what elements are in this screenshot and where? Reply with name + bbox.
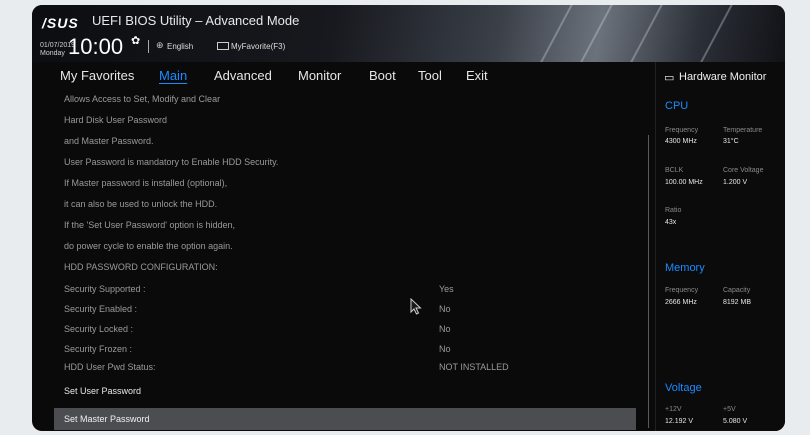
menu-tabs: My Favorites Main Advanced Monitor Boot …: [32, 65, 640, 87]
cpu-temperature-value: 31°C: [723, 138, 739, 145]
ratio-label: Ratio: [665, 207, 682, 214]
tab-monitor[interactable]: Monitor: [298, 68, 341, 83]
set-user-password-label: Set User Password: [64, 386, 142, 396]
cpu-temperature-label: Temperature: [723, 127, 763, 134]
help-text-line: and Master Password.: [64, 136, 154, 146]
tab-boot[interactable]: Boot: [369, 68, 396, 83]
help-text-line: If the 'Set User Password' option is hid…: [64, 220, 236, 230]
language-button[interactable]: English: [167, 42, 193, 51]
status-value: No: [439, 344, 451, 354]
v5-label: +5V: [723, 406, 736, 413]
monitor-icon: ▭: [664, 72, 675, 84]
decorative-streak: [526, 5, 580, 62]
cpu-frequency-label: Frequency: [665, 127, 699, 134]
tab-my-favorites[interactable]: My Favorites: [60, 68, 134, 83]
tab-main[interactable]: Main: [159, 68, 187, 83]
hardware-monitor-title: ▭ Hardware Monitor: [664, 71, 767, 84]
v12-label: +12V: [665, 406, 682, 413]
asus-logo: /SUS: [42, 15, 79, 31]
myfavorite-button[interactable]: MyFavorite(F3): [231, 42, 285, 51]
clock: 10:00: [68, 34, 124, 59]
help-text-line: Allows Access to Set, Modify and Clear: [64, 94, 221, 104]
v5-value: 5.080 V: [723, 418, 748, 425]
help-text-line: Hard Disk User Password: [64, 115, 168, 125]
gear-icon[interactable]: ✿: [131, 34, 140, 47]
tab-exit[interactable]: Exit: [466, 68, 488, 83]
hardware-monitor-label: Hardware Monitor: [679, 71, 767, 83]
v12-value: 12.192 V: [665, 418, 694, 425]
set-master-password-label: Set Master Password: [64, 414, 150, 424]
main-content: Allows Access to Set, Modify and Clear H…: [54, 88, 644, 430]
decorative-streak: [566, 5, 620, 62]
panel-divider: [655, 62, 656, 431]
status-label: Security Supported :: [64, 284, 146, 294]
section-heading: HDD PASSWORD CONFIGURATION:: [64, 262, 218, 272]
core-voltage-label: Core Voltage: [723, 167, 764, 174]
status-label: HDD User Pwd Status:: [64, 362, 156, 372]
ratio-value: 43x: [665, 219, 677, 226]
status-value: NOT INSTALLED: [439, 362, 509, 372]
memory-frequency-value: 2666 MHz: [665, 299, 697, 306]
title-bar: /SUS UEFI BIOS Utility – Advanced Mode 0…: [32, 5, 785, 62]
decorative-streak: [686, 5, 740, 62]
status-label: Security Locked :: [64, 324, 134, 334]
hardware-monitor-panel: ▭ Hardware Monitor CPU Frequency 4300 MH…: [657, 62, 785, 431]
status-value: No: [439, 304, 451, 314]
help-text-line: User Password is mandatory to Enable HDD…: [64, 157, 279, 167]
bclk-label: BCLK: [665, 167, 684, 174]
app-title: UEFI BIOS Utility – Advanced Mode: [92, 13, 300, 28]
scrollbar[interactable]: [648, 135, 649, 428]
cpu-section-title: CPU: [665, 100, 689, 112]
status-label: Security Enabled :: [64, 304, 138, 314]
globe-icon[interactable]: ⊕: [156, 40, 164, 51]
bios-window: /SUS UEFI BIOS Utility – Advanced Mode 0…: [32, 5, 785, 431]
memory-section-title: Memory: [665, 262, 705, 274]
memory-capacity-value: 8192 MB: [723, 299, 752, 306]
status-value: No: [439, 324, 451, 334]
decorative-streak: [616, 5, 670, 62]
memory-frequency-label: Frequency: [665, 287, 699, 294]
status-label: Security Frozen :: [64, 344, 133, 354]
help-text-line: If Master password is installed (optiona…: [64, 178, 228, 188]
cpu-frequency-value: 4300 MHz: [665, 138, 697, 145]
help-text-line: do power cycle to enable the option agai…: [64, 241, 233, 251]
tab-advanced[interactable]: Advanced: [214, 68, 272, 83]
tab-tool[interactable]: Tool: [418, 68, 442, 83]
favorite-icon[interactable]: [217, 42, 229, 50]
bclk-value: 100.00 MHz: [665, 179, 703, 186]
memory-capacity-label: Capacity: [723, 287, 751, 294]
mouse-cursor-icon: [410, 298, 422, 315]
status-value: Yes: [439, 284, 454, 294]
help-text-line: it can also be used to unlock the HDD.: [64, 199, 218, 209]
core-voltage-value: 1.200 V: [723, 179, 748, 186]
set-user-password-item[interactable]: Set User Password: [54, 382, 644, 402]
set-master-password-item[interactable]: Set Master Password: [54, 408, 636, 430]
voltage-section-title: Voltage: [665, 382, 702, 394]
divider: [148, 40, 149, 53]
